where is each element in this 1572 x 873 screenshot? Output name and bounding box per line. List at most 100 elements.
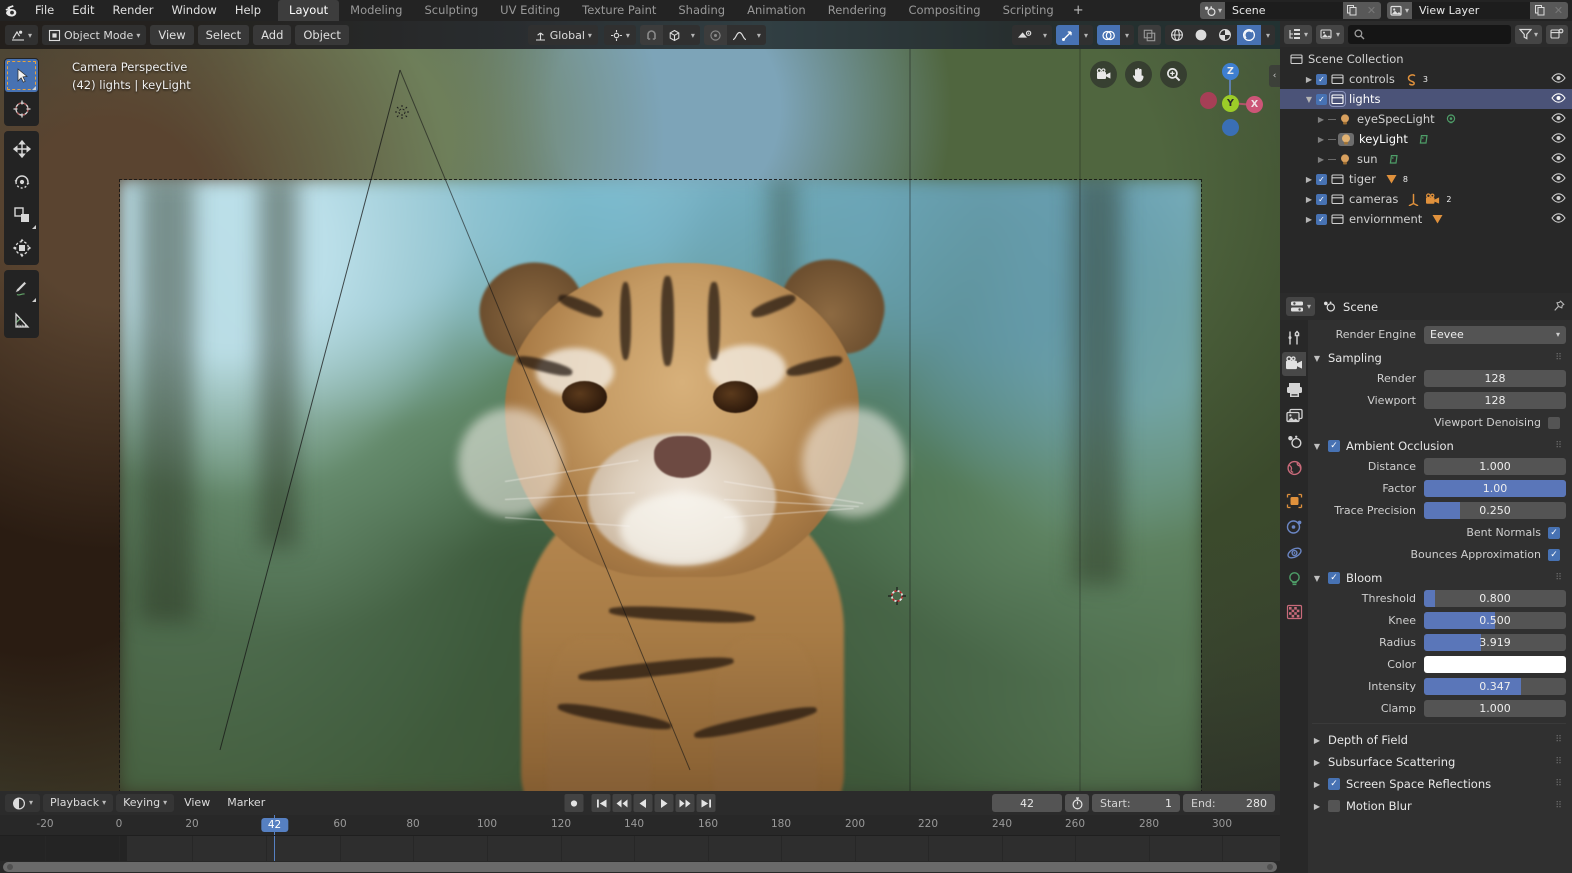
bloom-radius-slider[interactable]: 3.919 xyxy=(1424,634,1566,651)
outliner-row-tiger[interactable]: ▶ ✓ tiger 8 xyxy=(1280,169,1572,189)
workspace-tab-rendering[interactable]: Rendering xyxy=(817,0,898,21)
object-visibility-icon[interactable] xyxy=(1012,25,1038,45)
viewport-menu-select[interactable]: Select xyxy=(198,25,249,45)
motion-blur-checkbox[interactable] xyxy=(1328,800,1340,812)
viewport-menu-object[interactable]: Object xyxy=(295,25,348,45)
tweak-select-box-tool[interactable] xyxy=(5,59,38,92)
workspace-tab-layout[interactable]: Layout xyxy=(278,0,339,21)
view-layer-datablock[interactable]: ▾ View Layer ✕ xyxy=(1387,2,1568,19)
empty-axis-icon[interactable] xyxy=(1407,193,1420,206)
panel-header-ambient-occlusion[interactable]: ▼ ✓ Ambient Occlusion ⠿ xyxy=(1312,435,1566,457)
visibility-eye-icon[interactable] xyxy=(1551,112,1566,124)
view-layer-name[interactable]: View Layer xyxy=(1412,2,1530,19)
scene-properties-tab[interactable] xyxy=(1282,430,1306,454)
annotate-tool[interactable] xyxy=(5,271,38,304)
bloom-threshold-slider[interactable]: 0.800 xyxy=(1424,590,1566,607)
bloom-intensity-slider[interactable]: 0.347 xyxy=(1424,678,1566,695)
viewport-denoising-checkbox[interactable] xyxy=(1548,417,1560,429)
chevron-down-icon[interactable]: ▾ xyxy=(1079,25,1093,45)
panel-header-depth-of-field[interactable]: ▶ Depth of Field ⠿ xyxy=(1312,729,1566,751)
chevron-down-icon[interactable]: ▾ xyxy=(686,25,700,45)
outliner-row-controls[interactable]: ▶ ✓ controls 3 xyxy=(1280,69,1572,89)
wireframe-shading-icon[interactable] xyxy=(1165,25,1189,45)
transform-tool[interactable] xyxy=(5,231,38,264)
chevron-down-icon[interactable]: ▾ xyxy=(1261,25,1275,45)
transform-orientation-selector[interactable]: Global ▾ xyxy=(528,25,598,45)
start-frame-field[interactable]: Start: 1 xyxy=(1092,794,1180,812)
mesh-data-icon[interactable] xyxy=(1431,213,1444,225)
workspace-tab-compositing[interactable]: Compositing xyxy=(897,0,991,21)
sun-light-data-icon[interactable] xyxy=(1387,153,1401,166)
visibility-eye-icon[interactable] xyxy=(1551,92,1566,104)
bloom-clamp-field[interactable]: 1.000 xyxy=(1424,700,1566,717)
scene-name[interactable]: Scene xyxy=(1225,2,1343,19)
expand-arrow-icon[interactable]: ▶ xyxy=(1302,195,1316,204)
axis-ball-x[interactable]: X xyxy=(1246,96,1263,113)
3d-viewport[interactable]: Camera Perspective (42) lights | keyLigh… xyxy=(0,49,1280,791)
material-preview-shading-icon[interactable] xyxy=(1213,25,1237,45)
chevron-down-icon[interactable]: ▾ xyxy=(1120,25,1134,45)
jump-to-next-keyframe-button[interactable] xyxy=(676,794,695,812)
visibility-eye-icon[interactable] xyxy=(1551,152,1566,164)
outliner-search-input[interactable] xyxy=(1348,25,1511,44)
rotate-tool[interactable] xyxy=(5,165,38,198)
timeline-menu-view[interactable]: View xyxy=(177,794,217,812)
panel-header-subsurface-scattering[interactable]: ▶ Subsurface Scattering ⠿ xyxy=(1312,751,1566,773)
sampling-viewport-field[interactable]: 128 xyxy=(1424,392,1566,409)
pan-view-button[interactable] xyxy=(1125,61,1152,88)
render-properties-tab[interactable] xyxy=(1282,352,1306,376)
chevron-down-icon[interactable]: ▾ xyxy=(1038,25,1052,45)
xray-toggle-icon[interactable] xyxy=(1138,25,1161,45)
new-collection-icon[interactable] xyxy=(1546,25,1568,44)
menu-window[interactable]: Window xyxy=(162,0,225,21)
expand-arrow-icon[interactable]: ▶ xyxy=(1302,75,1316,84)
blender-logo-icon[interactable] xyxy=(0,0,26,21)
ao-bounces-approximation-checkbox[interactable]: ✓ xyxy=(1548,549,1560,561)
panel-header-bloom[interactable]: ▼ ✓ Bloom ⠿ xyxy=(1312,567,1566,589)
screen-space-reflections-checkbox[interactable]: ✓ xyxy=(1328,778,1340,790)
visibility-eye-icon[interactable] xyxy=(1551,172,1566,184)
properties-editor-icon[interactable]: ▾ xyxy=(1286,297,1315,316)
output-properties-tab[interactable] xyxy=(1282,378,1306,402)
cursor-tool[interactable] xyxy=(5,92,38,125)
panel-header-screen-space-reflections[interactable]: ▶ ✓ Screen Space Reflections ⠿ xyxy=(1312,773,1566,795)
camera-data-icon[interactable] xyxy=(1425,193,1441,206)
bloom-checkbox[interactable]: ✓ xyxy=(1328,572,1340,584)
rendered-shading-icon[interactable] xyxy=(1237,25,1261,45)
outliner-row-scene-collection[interactable]: Scene Collection xyxy=(1280,49,1572,69)
expand-arrow-icon[interactable]: ▶ xyxy=(1314,115,1328,124)
collection-checkbox[interactable]: ✓ xyxy=(1316,94,1327,105)
play-reverse-button[interactable] xyxy=(634,794,653,812)
visibility-eye-icon[interactable] xyxy=(1551,212,1566,224)
timeline-track-area[interactable] xyxy=(0,835,1280,862)
falloff-curve-icon[interactable] xyxy=(727,25,752,45)
collapse-arrow-icon[interactable]: ▼ xyxy=(1302,95,1316,104)
filter-funnel-icon[interactable]: ▾ xyxy=(1515,25,1542,44)
physics-properties-tab[interactable] xyxy=(1282,541,1306,565)
timeline-horizontal-scrollbar[interactable] xyxy=(0,861,1280,873)
panel-header-sampling[interactable]: ▼ Sampling ⠿ xyxy=(1312,347,1566,369)
visibility-eye-icon[interactable] xyxy=(1551,132,1566,144)
jump-to-end-button[interactable] xyxy=(697,794,716,812)
menu-render[interactable]: Render xyxy=(104,0,163,21)
visibility-eye-icon[interactable] xyxy=(1551,192,1566,204)
object-properties-tab[interactable] xyxy=(1282,489,1306,513)
camera-view-button[interactable] xyxy=(1090,61,1117,88)
workspace-tab-animation[interactable]: Animation xyxy=(736,0,817,21)
outliner-row-sun[interactable]: ▶ sun xyxy=(1280,149,1572,169)
add-workspace-button[interactable]: + xyxy=(1065,0,1092,21)
viewport-menu-view[interactable]: View xyxy=(150,25,193,45)
viewport-sidebar-toggle[interactable]: ‹ xyxy=(1269,65,1280,87)
point-light-data-icon[interactable] xyxy=(1444,113,1458,126)
visibility-eye-icon[interactable] xyxy=(1551,72,1566,84)
workspace-tab-sculpting[interactable]: Sculpting xyxy=(413,0,489,21)
timeline-ruler[interactable]: -20 0 20 60 80 100 120 140 160 180 200 2… xyxy=(0,815,1280,835)
filter-id-type-icon[interactable]: ▾ xyxy=(1316,25,1344,44)
move-tool[interactable] xyxy=(5,132,38,165)
timeline-menu-playback[interactable]: Playback ▾ xyxy=(43,794,113,812)
outliner-row-enviornment[interactable]: ▶ ✓ enviornment xyxy=(1280,209,1572,229)
axis-ball-neg-z[interactable] xyxy=(1222,119,1239,136)
panel-header-motion-blur[interactable]: ▶ Motion Blur ⠿ xyxy=(1312,795,1566,817)
proportional-edit-icon[interactable] xyxy=(704,25,727,45)
expand-arrow-icon[interactable]: ▶ xyxy=(1302,175,1316,184)
